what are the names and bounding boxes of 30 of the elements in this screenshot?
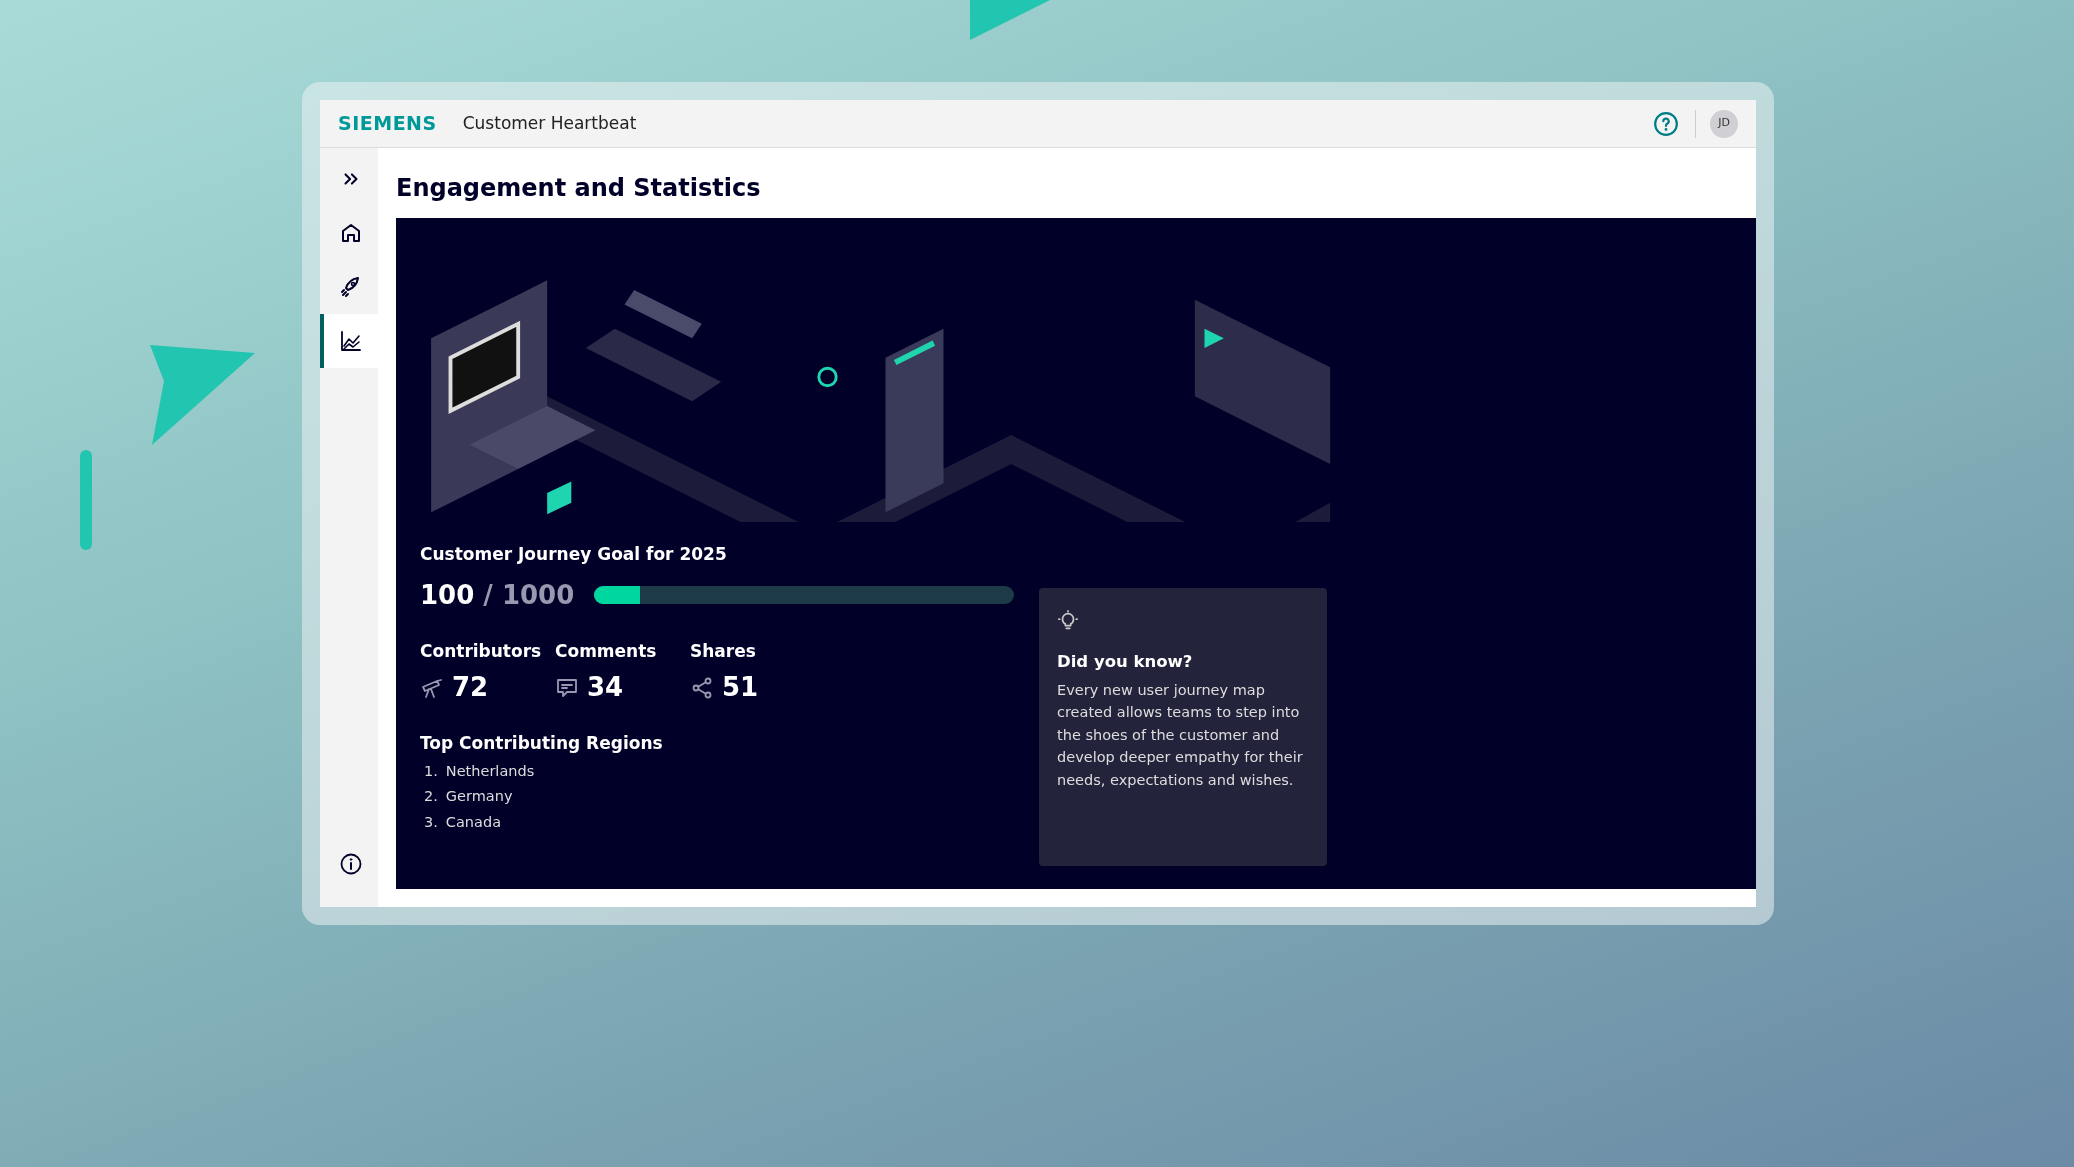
list-number: 2. <box>424 787 438 807</box>
region-name: Netherlands <box>445 761 535 781</box>
goal-title: Customer Journey Goal for 2025 <box>420 543 728 566</box>
shares-label: Shares <box>690 639 757 663</box>
goal-current: 100 <box>420 579 475 610</box>
home-icon <box>339 221 363 245</box>
comments-label: Comments <box>555 639 658 663</box>
regions-title: Top Contributing Regions <box>420 732 664 755</box>
list-number: 3. <box>424 813 438 832</box>
logo-text: SIEMENS <box>338 111 437 137</box>
tip-title: Did you know? <box>1057 651 1194 673</box>
region-name: Germany <box>445 787 513 807</box>
stat-value: 72 <box>452 671 489 704</box>
stat-value: 51 <box>722 671 759 704</box>
goal-target: / 1000 <box>483 579 575 610</box>
app-title: Customer Heartbeat <box>462 111 637 135</box>
sidebar-nav-item[interactable] <box>320 314 378 368</box>
user-avatar[interactable]: JD <box>1710 109 1738 138</box>
page-title: Engagement and Statistics <box>396 173 762 204</box>
stat-value: 34 <box>587 671 624 704</box>
contributors-label: Contributors <box>420 639 543 663</box>
chart-icon <box>339 329 363 353</box>
lightbulb-icon <box>1057 609 1079 632</box>
list-number: 1. <box>424 761 438 781</box>
info-icon <box>339 852 363 876</box>
share-icon <box>690 675 714 700</box>
help-button[interactable] <box>1653 110 1679 137</box>
region-name: Canada <box>445 813 502 832</box>
tip-text: Every new user journey map created allows teams to step into the shoes of the customer and develop deeper empathy for their needs, expectations and wishes. <box>1057 680 1304 790</box>
help-icon <box>1653 110 1679 137</box>
